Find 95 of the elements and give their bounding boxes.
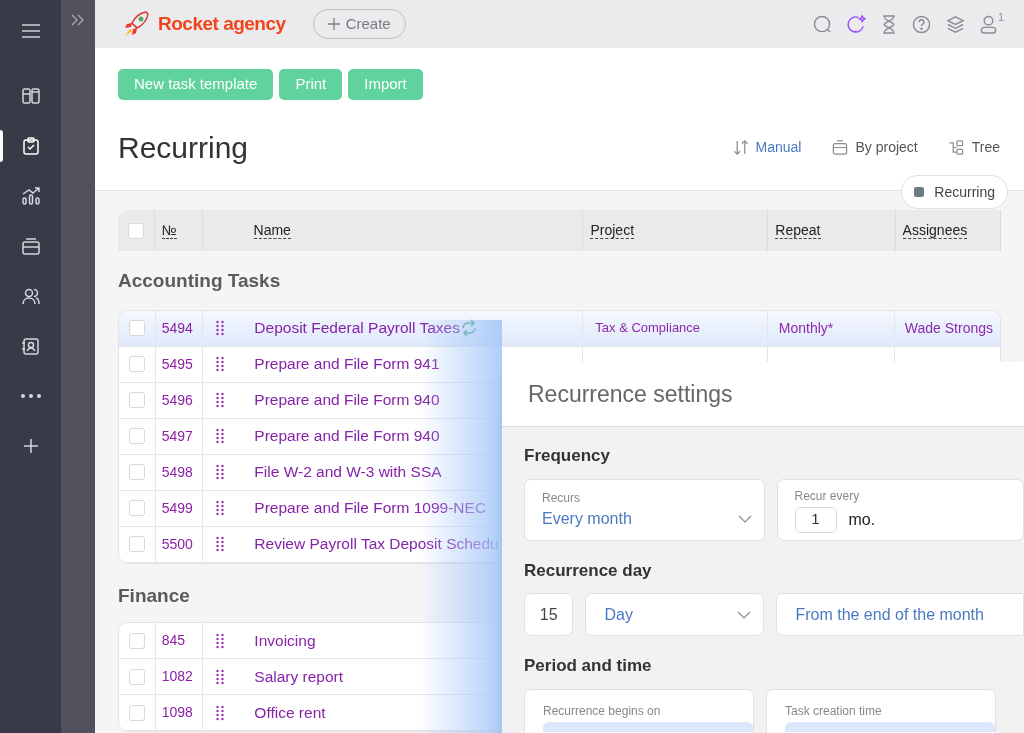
contact-card-icon[interactable] (20, 336, 41, 356)
day-select[interactable]: Day (585, 593, 765, 636)
expand-icon[interactable] (70, 12, 86, 28)
search-icon[interactable] (812, 14, 832, 34)
task-number[interactable]: 5498 (161, 461, 193, 483)
task-name[interactable]: Prepare and File Form 941 (254, 352, 440, 376)
drag-handle-icon[interactable] (216, 536, 225, 552)
chart-icon[interactable] (20, 186, 41, 206)
chevron-down-icon (737, 514, 752, 523)
unit-label: mo. (848, 509, 876, 530)
filter-chip[interactable]: Recurring (901, 175, 1008, 209)
tree-icon (947, 139, 965, 156)
filter-label: Recurring (934, 182, 995, 202)
task-name[interactable]: Prepare and File Form 1099-NEC (254, 496, 487, 520)
briefcase-icon (831, 139, 849, 156)
assignee-cell[interactable]: Wade Strongs (904, 317, 994, 339)
page-title: Recurring (118, 130, 249, 166)
chevron-down-icon (737, 610, 752, 619)
drag-handle-icon[interactable] (216, 392, 225, 408)
task-number[interactable]: 5499 (161, 497, 193, 519)
view-option[interactable]: Tree (947, 137, 1000, 158)
task-number[interactable]: 5500 (161, 533, 193, 555)
row-checkbox[interactable] (128, 320, 145, 336)
row-checkbox[interactable] (128, 704, 145, 721)
column-header[interactable]: Project (590, 222, 635, 239)
field-label: Recur every (794, 487, 861, 505)
sort-arrows-icon (731, 139, 749, 156)
task-number[interactable]: 5497 (161, 425, 193, 447)
view-option[interactable]: Manual (731, 137, 802, 158)
row-checkbox[interactable] (128, 392, 145, 408)
row-checkbox[interactable] (128, 536, 145, 552)
recurs-select[interactable]: Recurs Every month (524, 478, 765, 541)
drag-handle-icon[interactable] (216, 356, 225, 372)
notification-count: 1 (997, 9, 1004, 25)
interval-input[interactable]: 1 (794, 506, 837, 533)
task-number[interactable]: 5495 (161, 353, 193, 375)
column-header[interactable]: Repeat (775, 222, 821, 239)
square-icon (914, 187, 925, 197)
group-title: Finance (118, 583, 190, 608)
group-title: Accounting Tasks (118, 269, 281, 293)
task-name[interactable]: File W-2 and W-3 with SSA (254, 460, 442, 484)
drag-handle-icon[interactable] (216, 464, 225, 480)
row-checkbox[interactable] (128, 356, 145, 372)
drag-handle-icon[interactable] (216, 500, 225, 516)
column-header[interactable]: № (161, 222, 177, 239)
count-from-select[interactable]: From the end of the month (776, 593, 1024, 636)
project-cell[interactable]: Tax & Compliance (595, 318, 701, 338)
row-checkbox[interactable] (128, 668, 145, 685)
board-icon[interactable] (20, 86, 41, 106)
task-name[interactable]: Deposit Federal Payroll Taxes (254, 316, 460, 340)
start-date-field[interactable]: Recurrence begins on (524, 688, 754, 733)
logo-text: Rocket agency (158, 11, 286, 36)
help-icon[interactable] (911, 14, 931, 34)
drag-handle-icon[interactable] (216, 632, 225, 649)
row-checkbox[interactable] (128, 428, 145, 444)
drag-handle-icon[interactable] (216, 704, 225, 721)
menu-icon[interactable] (21, 24, 40, 38)
layers-icon[interactable] (945, 14, 965, 34)
column-header[interactable]: Name (253, 222, 291, 239)
tray-icon[interactable] (20, 236, 41, 256)
drag-handle-icon[interactable] (216, 320, 225, 336)
row-checkbox[interactable] (128, 464, 145, 480)
task-number[interactable]: 1082 (161, 666, 193, 687)
select-all-checkbox[interactable] (127, 222, 144, 239)
hourglass-icon[interactable] (880, 14, 897, 34)
section-title: Period and time (524, 655, 653, 677)
task-number[interactable]: 845 (161, 630, 186, 651)
rocket-logo-icon (122, 10, 152, 38)
column-header[interactable]: Assignees (902, 222, 968, 239)
task-name[interactable]: Salary report (254, 664, 344, 689)
task-number[interactable]: 5496 (161, 389, 193, 411)
view-option[interactable]: By project (831, 137, 918, 158)
clipboard-check-icon[interactable] (20, 136, 41, 156)
row-checkbox[interactable] (128, 500, 145, 516)
task-name[interactable]: Review Payroll Tax Deposit Schedu (254, 532, 499, 556)
drag-handle-icon[interactable] (216, 668, 225, 685)
section-title: Frequency (524, 445, 611, 467)
drag-handle-icon[interactable] (216, 428, 225, 444)
selected-row[interactable]: 5494 Deposit Federal Payroll Taxes Tax & Compliance Monthly* Wade Strongs (119, 310, 1000, 347)
repeat-cell[interactable]: Monthly* (778, 317, 834, 339)
plus-icon (327, 18, 340, 30)
task-name[interactable]: Invoicing (254, 628, 316, 653)
task-name[interactable]: Office rent (254, 700, 326, 725)
task-number[interactable]: 5494 (161, 317, 193, 339)
task-name[interactable]: Prepare and File Form 940 (254, 388, 440, 412)
task-name[interactable]: Prepare and File Form 940 (254, 424, 440, 448)
people-icon[interactable] (20, 286, 41, 306)
creation-time-field[interactable]: Task creation time (766, 688, 996, 733)
sparkle-chat-icon[interactable] (846, 14, 866, 34)
row-checkbox[interactable] (128, 632, 145, 649)
day-input[interactable]: 15 (524, 593, 574, 636)
more-icon[interactable] (20, 394, 41, 398)
task-number[interactable]: 1098 (161, 702, 193, 723)
user-icon[interactable] (979, 14, 997, 34)
section-title: Recurrence day (524, 559, 653, 582)
